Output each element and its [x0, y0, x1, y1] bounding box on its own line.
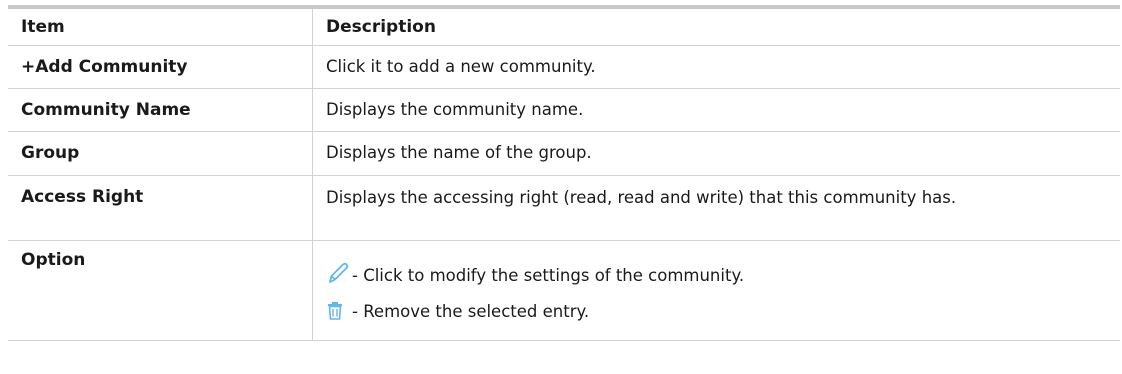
header-description: Description [326, 17, 436, 37]
table-row: Community Name Displays the community na… [8, 89, 1120, 132]
row-options: - Click to modify the settings of the co… [313, 241, 1120, 340]
table-row: Option - Click to modify the settings of… [8, 241, 1120, 341]
row-item: +Add Community [8, 46, 313, 88]
row-description: Displays the accessing right (read, read… [326, 188, 957, 207]
table-row: +Add Community Click it to add a new com… [8, 46, 1120, 89]
row-item: Access Right [8, 176, 313, 240]
row-description: Displays the community name. [326, 100, 584, 119]
header-item: Item [8, 9, 313, 45]
row-item: Option [8, 241, 313, 340]
option-line-modify: - Click to modify the settings of the co… [326, 254, 1120, 286]
table-header-row: Item Description [8, 9, 1120, 46]
row-item: Group [8, 132, 313, 175]
option-text-modify: - Click to modify the settings of the co… [352, 266, 745, 285]
table-row: Group Displays the name of the group. [8, 132, 1120, 176]
table-row: Access Right Displays the accessing righ… [8, 176, 1120, 241]
pencil-icon[interactable] [326, 260, 352, 286]
description-table: Item Description +Add Community Click it… [8, 5, 1120, 341]
row-description: Displays the name of the group. [326, 143, 592, 162]
trash-icon[interactable] [326, 301, 352, 321]
option-line-remove: - Remove the selected entry. [326, 295, 1120, 321]
row-item: Community Name [8, 89, 313, 131]
row-description: Click it to add a new community. [326, 57, 596, 76]
option-text-remove: - Remove the selected entry. [352, 302, 590, 321]
